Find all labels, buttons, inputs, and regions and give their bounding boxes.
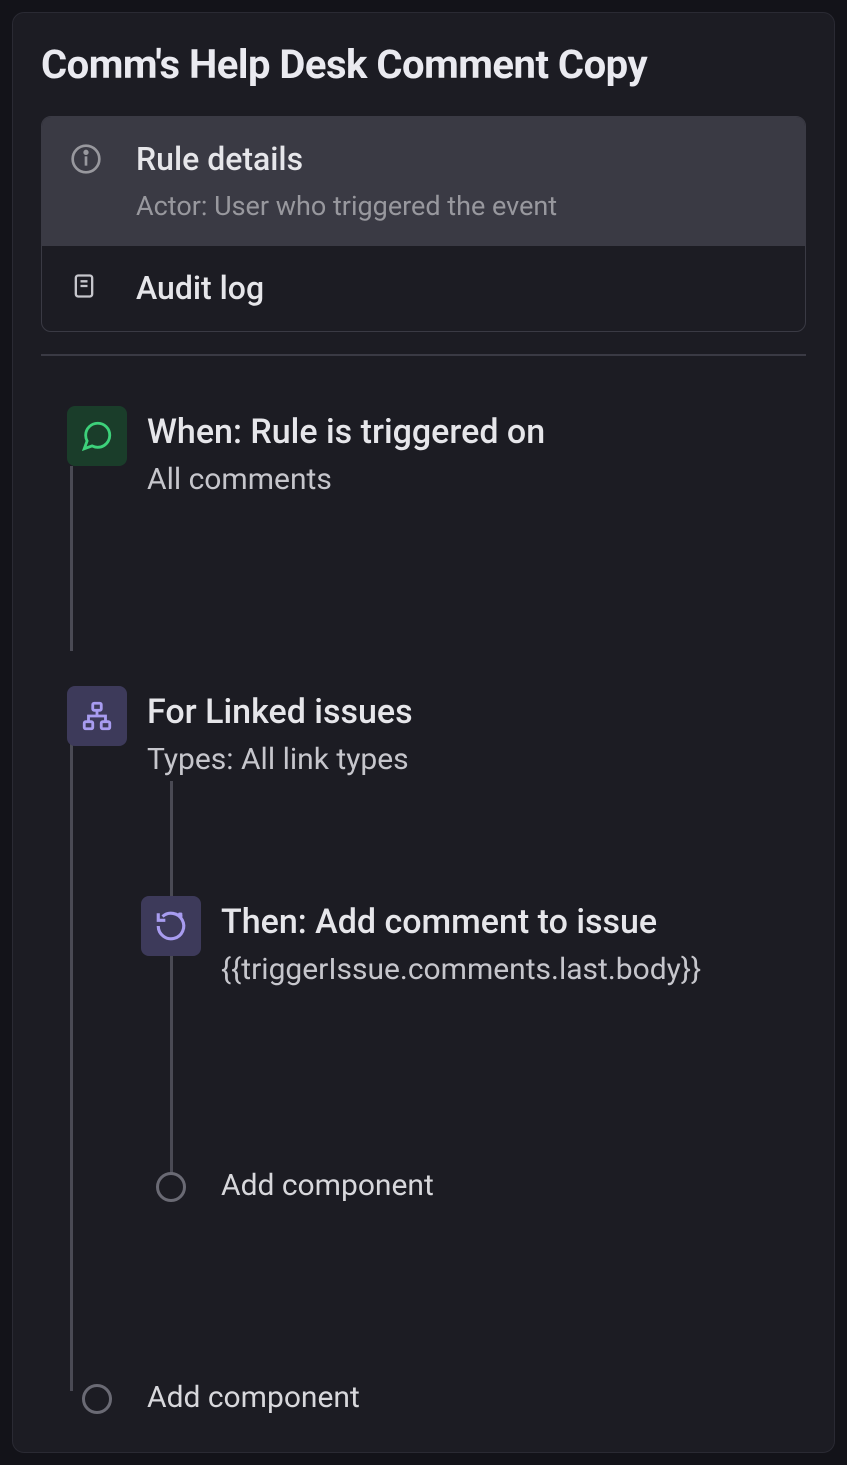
action-node[interactable]: Then: Add comment to issue {{triggerIssu…: [141, 896, 806, 991]
rule-details-row[interactable]: Rule details Actor: User who triggered t…: [42, 117, 805, 246]
add-node-icon: [82, 1384, 112, 1414]
info-icon: [70, 139, 110, 175]
rule-details-title: Rule details: [136, 139, 777, 181]
trigger-title: When: Rule is triggered on: [147, 410, 806, 454]
add-component-outer[interactable]: Add component: [67, 1382, 806, 1414]
rule-flow: When: Rule is triggered on All comments …: [41, 406, 806, 1414]
branch-children: Then: Add comment to issue {{triggerIssu…: [141, 896, 806, 1203]
action-subtitle: {{triggerIssue.comments.last.body}}: [221, 950, 806, 991]
action-icon: [141, 896, 201, 956]
document-icon: [70, 268, 110, 300]
audit-log-title: Audit log: [136, 268, 777, 310]
action-title: Then: Add comment to issue: [221, 900, 806, 944]
trigger-node[interactable]: When: Rule is triggered on All comments: [67, 406, 806, 501]
branch-subtitle: Types: All link types: [147, 740, 806, 781]
automation-rule-panel: Comm's Help Desk Comment Copy Rule detai…: [12, 12, 835, 1453]
connector-line: [70, 466, 73, 651]
branch-title: For Linked issues: [147, 690, 806, 734]
add-component-label: Add component: [186, 1170, 434, 1202]
rule-details-subtitle: Actor: User who triggered the event: [136, 189, 777, 224]
trigger-subtitle: All comments: [147, 460, 806, 501]
connector-line: [70, 711, 73, 1391]
connector-line: [170, 781, 173, 896]
branch-node[interactable]: For Linked issues Types: All link types: [67, 686, 806, 781]
divider: [41, 354, 806, 356]
rule-settings-box: Rule details Actor: User who triggered t…: [41, 116, 806, 332]
add-node-icon: [156, 1172, 186, 1202]
branch-icon: [67, 686, 127, 746]
audit-log-row[interactable]: Audit log: [42, 246, 805, 332]
add-component-label: Add component: [112, 1382, 360, 1414]
add-component-inner[interactable]: Add component: [141, 1170, 806, 1202]
page-title: Comm's Help Desk Comment Copy: [41, 41, 806, 88]
comment-trigger-icon: [67, 406, 127, 466]
